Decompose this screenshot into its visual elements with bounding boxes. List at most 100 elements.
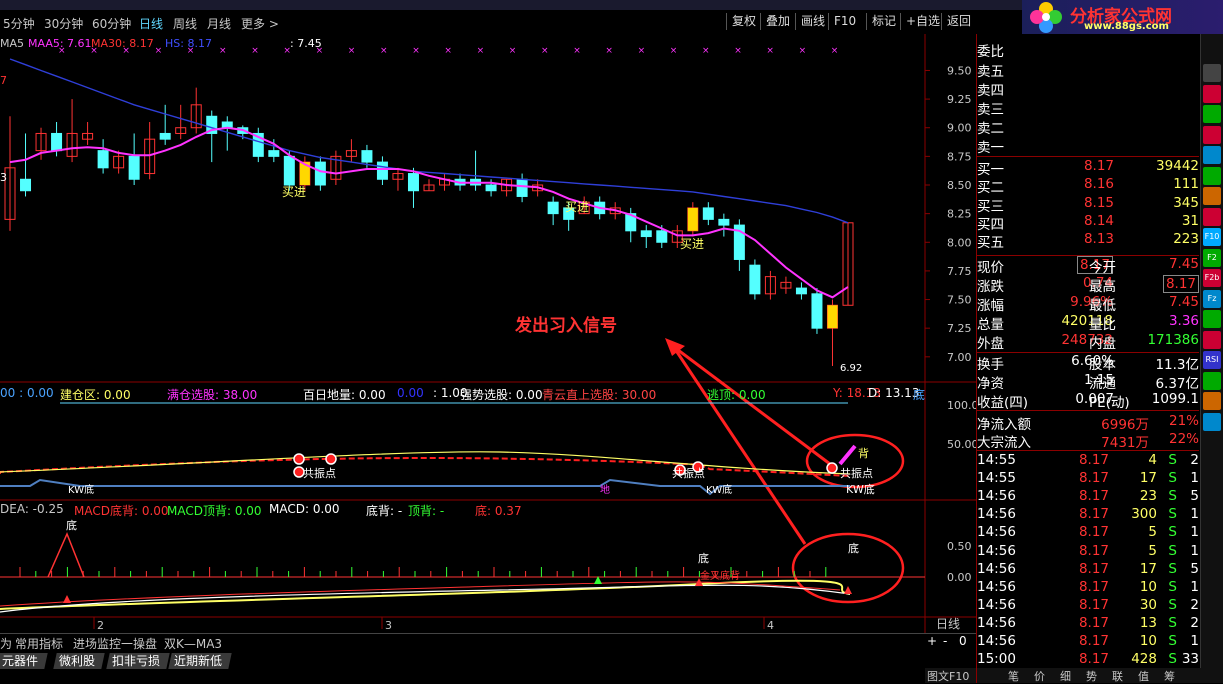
block-tab-2[interactable]: 扣非亏损 <box>106 653 170 669</box>
macd-axis-label: 0.00 <box>947 571 972 584</box>
signal-marker: × <box>444 46 452 56</box>
bottom-right-tab-0[interactable]: 图文F10 <box>927 668 969 684</box>
tick-row: 14:56 8.17 23 S 5 <box>977 488 1199 506</box>
toolbar-button-0[interactable]: 复权 <box>726 13 761 30</box>
side-tool-icon[interactable] <box>1203 146 1221 164</box>
side-tool-icon[interactable]: RSI <box>1203 351 1221 369</box>
side-tool-icon[interactable] <box>1203 392 1221 410</box>
side-tool-icon[interactable]: Fz <box>1203 289 1221 308</box>
tick-row-cell: 14:56 <box>977 560 1016 577</box>
mid-legend-item: 百日地量: 0.00 <box>303 388 386 402</box>
mid-legend-item: 00 : 0.00 <box>0 386 54 400</box>
side-tool-icon[interactable] <box>1203 125 1221 144</box>
kline-chart[interactable]: 9.50 9.25 9.00 8.75 8.50 8.25 8.00 7.75 7.50 7.25… <box>0 34 976 634</box>
side-tool-icon[interactable]: F2 <box>1203 248 1221 267</box>
candle <box>718 218 730 226</box>
side-tool-icon[interactable] <box>1203 187 1221 205</box>
flow-row-cell: 21% <box>1168 413 1199 429</box>
mixed-label: 金叉底背 <box>700 569 740 582</box>
block-tab-label: 扣非亏损 <box>112 654 161 668</box>
quote2-row-cell: 换手 <box>977 357 1004 373</box>
side-tool-icon[interactable] <box>1203 371 1221 390</box>
toolbar-button-4[interactable]: 标记 <box>866 13 901 30</box>
tick-row: 14:56 8.17 17 S 5 <box>977 561 1199 579</box>
sell-row-cell: 卖二 <box>977 121 1004 137</box>
bottom-right-tab-5[interactable]: 联 <box>1112 668 1123 684</box>
kw-label: KW底 <box>68 483 94 496</box>
period-0[interactable]: 5分钟 <box>3 15 35 32</box>
tick-row-cell: 17 <box>1139 560 1157 577</box>
tick-row: 15:00 8.17 428 S 33 <box>977 651 1199 669</box>
buy-row-cell: 31 <box>1181 212 1199 229</box>
indicator-tab-1[interactable]: 常用指标 <box>15 635 63 652</box>
period-1[interactable]: 30分钟 <box>44 15 83 32</box>
resonance-dot <box>293 453 305 465</box>
tick-row: 14:55 8.17 4 S 2 <box>977 452 1199 470</box>
bottom-right-tab-1[interactable]: 笔 <box>1008 668 1019 684</box>
side-tool-icon[interactable] <box>1203 166 1221 185</box>
bottom-right-tab-4[interactable]: 势 <box>1086 668 1097 684</box>
period-5[interactable]: 月线 <box>207 15 231 32</box>
buy-row-cell: 买一 <box>977 162 1004 178</box>
signal-marker: × <box>509 46 517 56</box>
left-mark: 3 <box>0 171 7 184</box>
side-tool-icon[interactable] <box>1203 64 1221 82</box>
quote-row-cell: 外盘 <box>977 336 1004 352</box>
bottom-right-tab-7[interactable]: 筹 <box>1164 668 1175 684</box>
block-tab-1[interactable]: 微利股 <box>53 653 105 669</box>
side-tool-icon[interactable] <box>1203 84 1221 103</box>
tick-row-cell: 2 <box>1190 452 1199 468</box>
quote-row-cell: 7.45 <box>1168 256 1199 272</box>
block-tab-3[interactable]: 近期新低 <box>168 653 232 669</box>
macd-legend-item: DEA: -0.25 <box>0 502 64 516</box>
tick-row-cell: S <box>1168 560 1177 577</box>
tick-row-cell: 17 <box>1139 470 1157 487</box>
tick-row: 14:56 8.17 13 S 2 <box>977 615 1199 633</box>
quote-row: 现价 8.17 今开 7.45 <box>977 256 1199 276</box>
bottom-right-tab-6[interactable]: 值 <box>1138 668 1149 684</box>
side-tool-icon[interactable] <box>1203 330 1221 349</box>
signal-marker: × <box>412 46 420 56</box>
tick-row-cell: 14:56 <box>977 506 1016 523</box>
side-tool-icon[interactable] <box>1203 105 1221 123</box>
period-badge: 日线 <box>936 617 960 631</box>
resonance-label: 共振点 <box>840 466 873 480</box>
toolbar-button-3[interactable]: F10 <box>828 13 861 30</box>
side-tool-icon[interactable]: F2b <box>1203 269 1221 287</box>
panel-separator <box>977 156 1199 157</box>
quote-row: 涨幅 9.96% 最低 7.45 <box>977 294 1199 314</box>
panel-separator <box>977 352 1199 353</box>
tick-row-cell: 428 <box>1131 651 1157 668</box>
toolbar-button-5[interactable]: +自选 <box>900 13 945 30</box>
toolbar-button-6[interactable]: 返回 <box>941 13 976 30</box>
indicator-tab-0[interactable]: 为 <box>0 635 12 652</box>
toolbar-button-2[interactable]: 画线 <box>795 13 830 30</box>
indicator-tab-3[interactable]: 双K—MA3 <box>164 635 222 652</box>
tick-row-cell: 14:55 <box>977 452 1016 468</box>
tick-row-cell: S <box>1168 578 1177 595</box>
candle <box>268 150 280 157</box>
side-tool-icon[interactable]: F10 <box>1203 228 1221 246</box>
buy-row-cell: 8.15 <box>1083 194 1114 211</box>
tick-row-cell: 15:00 <box>977 651 1016 668</box>
period-2[interactable]: 60分钟 <box>92 15 131 32</box>
tick-row-cell: 5 <box>1148 524 1157 541</box>
block-tab-0[interactable]: 元器件 <box>0 653 48 669</box>
sell-row: 卖一 <box>977 136 1199 156</box>
price-axis-label: 8.75 <box>947 150 972 163</box>
toolbar-button-1[interactable]: 叠加 <box>760 13 795 30</box>
bottom-right-tab-2[interactable]: 价 <box>1034 668 1045 684</box>
mid-legend-item: 0.00 <box>397 386 424 400</box>
candle <box>547 201 559 215</box>
period-6[interactable]: 更多 > <box>241 15 279 32</box>
quote2-row-cell: 股本 <box>1089 357 1116 373</box>
side-tool-icon[interactable] <box>1203 412 1221 431</box>
side-tool-icon[interactable] <box>1203 207 1221 226</box>
bottom-right-tab-3[interactable]: 细 <box>1060 668 1071 684</box>
period-4[interactable]: 周线 <box>173 15 197 32</box>
side-tool-icon[interactable] <box>1203 310 1221 328</box>
mid-legend-item: 底 <box>913 388 926 402</box>
indicator-tab-2[interactable]: 进场监控一操盘 <box>73 635 157 652</box>
sell-row: 卖四 <box>977 79 1199 99</box>
period-3[interactable]: 日线 <box>139 15 163 32</box>
